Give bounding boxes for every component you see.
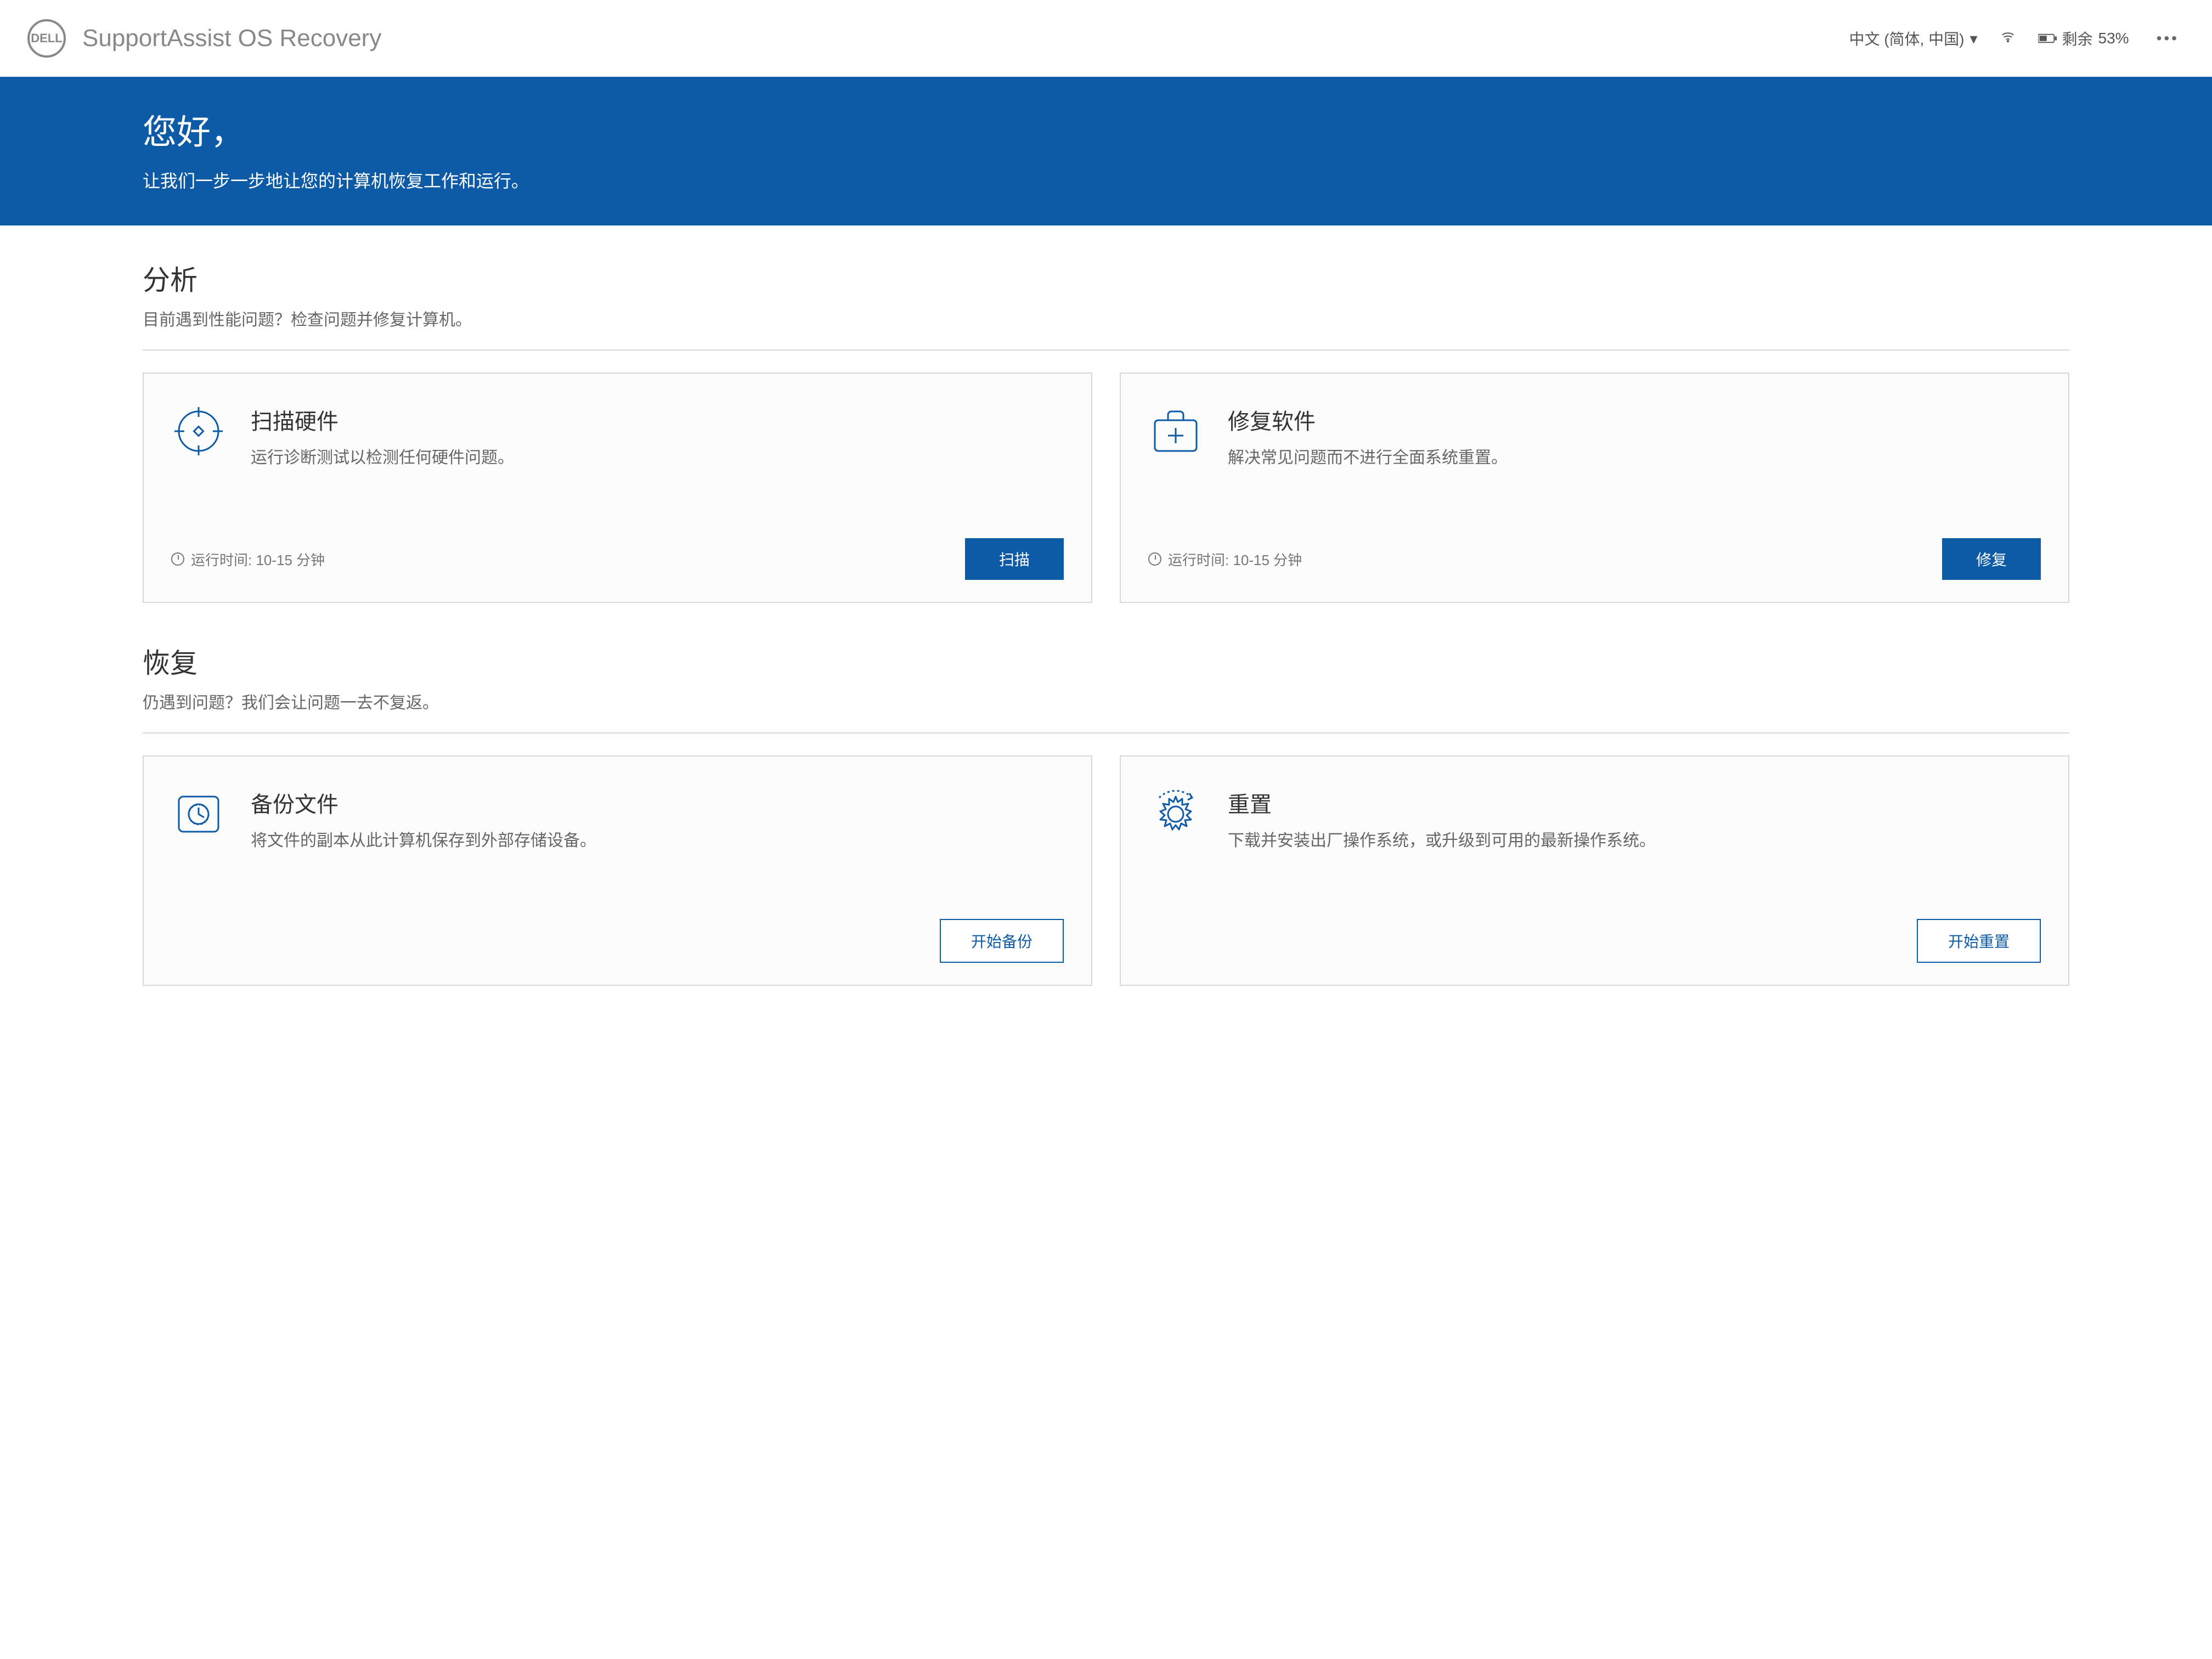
card-bottom: 开始重置 [1148,897,2041,963]
topbar: DELL SupportAssist OS Recovery 中文 (简体, 中… [0,0,2212,77]
card-text: 扫描硬件 运行诊断测试以检测任何硬件问题。 [251,404,1064,470]
language-label: 中文 (简体, 中国) [1849,27,1964,49]
topbar-right: 中文 (简体, 中国) ▾ 剩 [1849,27,2185,49]
battery-icon [2038,30,2057,47]
card-desc-reset: 下载并安装出厂操作系统，或升级到可用的最新操作系统。 [1228,828,2041,853]
repair-button[interactable]: 修复 [1942,538,2041,580]
card-reset: 重置 下载并安装出厂操作系统，或升级到可用的最新操作系统。 开始重置 [1120,755,2069,986]
section-header-recover: 恢复 仍遇到问题？我们会让问题一去不复返。 [143,641,2069,713]
battery-remaining-label: 剩余 [2062,27,2093,49]
section-title-analyze: 分析 [143,258,2069,298]
section-subtitle-analyze: 目前遇到性能问题？检查问题并修复计算机。 [143,306,2069,330]
medkit-icon [1148,404,1203,459]
card-scan-hardware: 扫描硬件 运行诊断测试以检测任何硬件问题。 运行时间: 10-15 分钟 扫描 [143,373,1092,603]
card-bottom: 运行时间: 10-15 分钟 修复 [1148,516,2041,580]
battery-percent: 53% [2098,30,2129,47]
card-top: 修复软件 解决常见问题而不进行全面系统重置。 [1148,404,2041,470]
battery-indicator: 剩余 53% [2038,27,2129,49]
scan-button[interactable]: 扫描 [965,538,1064,580]
card-bottom: 运行时间: 10-15 分钟 扫描 [171,516,1064,580]
divider [143,732,2069,733]
clock-icon [171,552,184,566]
banner-subtitle: 让我们一步一步地让您的计算机恢复工作和运行。 [143,167,2069,193]
chevron-down-icon: ▾ [1970,30,1977,48]
runtime-scan-hw: 运行时间: 10-15 分钟 [171,549,325,569]
card-bottom: 开始备份 [171,897,1064,963]
wifi-status-icon[interactable] [2000,30,2016,47]
language-selector[interactable]: 中文 (简体, 中国) ▾ [1849,27,1977,49]
card-title-reset: 重置 [1228,787,2041,819]
runtime-text-scan-hw: 运行时间: 10-15 分钟 [191,549,325,569]
banner: 您好， 让我们一步一步地让您的计算机恢复工作和运行。 [0,77,2212,225]
section-analyze: 分析 目前遇到性能问题？检查问题并修复计算机。 [143,258,2069,603]
start-reset-button[interactable]: 开始重置 [1917,919,2041,963]
backup-icon [171,787,226,842]
clock-icon [1148,552,1161,566]
dell-logo-icon: DELL [27,19,66,58]
section-title-recover: 恢复 [143,641,2069,681]
card-backup-files: 备份文件 将文件的副本从此计算机保存到外部存储设备。 开始备份 [143,755,1092,986]
card-text: 修复软件 解决常见问题而不进行全面系统重置。 [1228,404,2041,470]
card-desc-repair-sw: 解决常见问题而不进行全面系统重置。 [1228,445,2041,470]
gear-reset-icon [1148,787,1203,842]
crosshair-icon [171,404,226,459]
cards-row-recover: 备份文件 将文件的副本从此计算机保存到外部存储设备。 开始备份 [143,755,2069,986]
app-title: SupportAssist OS Recovery [82,25,381,52]
card-top: 重置 下载并安装出厂操作系统，或升级到可用的最新操作系统。 [1148,787,2041,853]
content: 分析 目前遇到性能问题？检查问题并修复计算机。 [0,225,2212,1659]
section-subtitle-recover: 仍遇到问题？我们会让问题一去不复返。 [143,689,2069,713]
app-container: DELL SupportAssist OS Recovery 中文 (简体, 中… [0,0,2212,1659]
runtime-text-repair-sw: 运行时间: 10-15 分钟 [1168,549,1302,569]
topbar-left: DELL SupportAssist OS Recovery [27,19,381,58]
card-text: 重置 下载并安装出厂操作系统，或升级到可用的最新操作系统。 [1228,787,2041,853]
section-recover: 恢复 仍遇到问题？我们会让问题一去不复返。 [143,641,2069,986]
start-backup-button[interactable]: 开始备份 [940,919,1064,963]
section-header-analyze: 分析 目前遇到性能问题？检查问题并修复计算机。 [143,258,2069,330]
banner-greeting: 您好， [143,104,2069,154]
divider [143,349,2069,351]
card-title-backup: 备份文件 [251,787,1064,819]
card-desc-backup: 将文件的副本从此计算机保存到外部存储设备。 [251,828,1064,853]
card-top: 扫描硬件 运行诊断测试以检测任何硬件问题。 [171,404,1064,470]
card-title-scan-hw: 扫描硬件 [251,404,1064,436]
card-title-repair-sw: 修复软件 [1228,404,2041,436]
card-text: 备份文件 将文件的副本从此计算机保存到外部存储设备。 [251,787,1064,853]
card-top: 备份文件 将文件的副本从此计算机保存到外部存储设备。 [171,787,1064,853]
cards-row-analyze: 扫描硬件 运行诊断测试以检测任何硬件问题。 运行时间: 10-15 分钟 扫描 [143,373,2069,603]
runtime-repair-sw: 运行时间: 10-15 分钟 [1148,549,1302,569]
more-menu-icon[interactable]: ••• [2151,30,2185,47]
card-desc-scan-hw: 运行诊断测试以检测任何硬件问题。 [251,445,1064,470]
dell-logo-text: DELL [31,31,62,46]
card-repair-software: 修复软件 解决常见问题而不进行全面系统重置。 运行时间: 10-15 分钟 修复 [1120,373,2069,603]
